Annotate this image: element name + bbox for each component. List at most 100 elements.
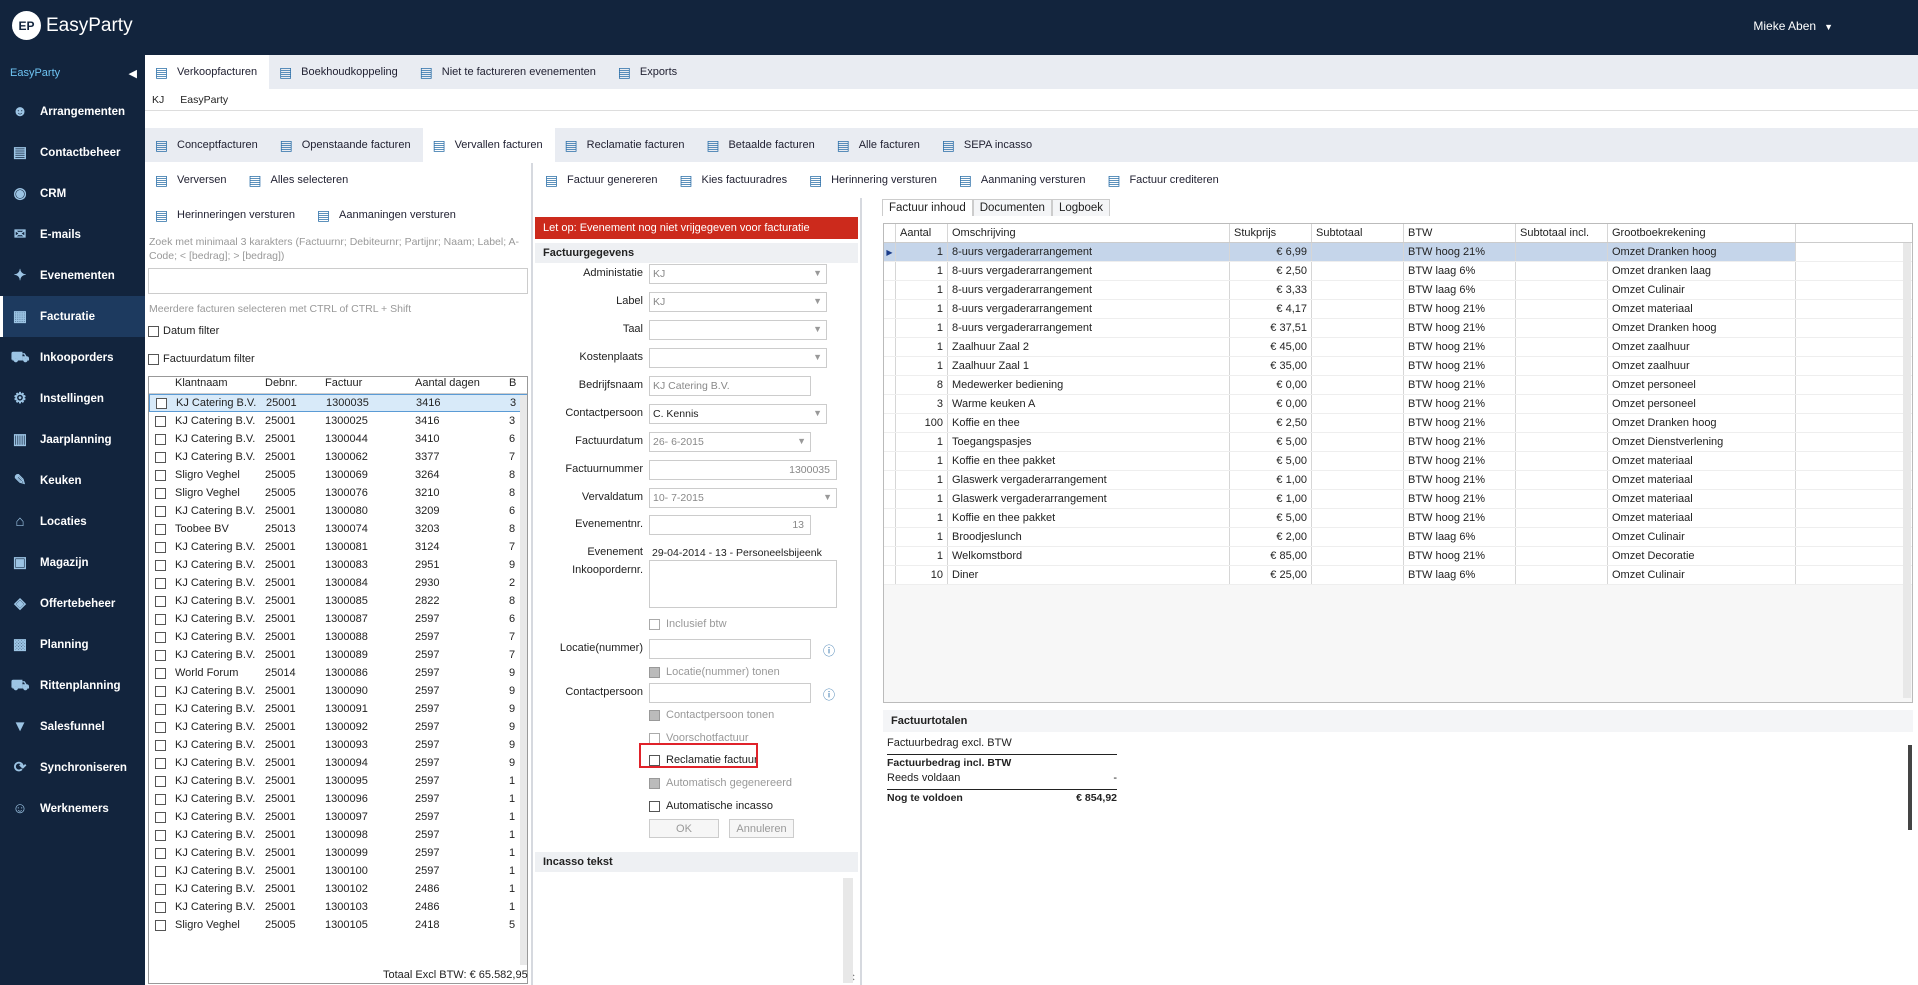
line-row[interactable]: 1 8-uurs vergaderarrangement € 4,17 BTW hoo… xyxy=(884,300,1912,319)
checkbox[interactable] xyxy=(154,649,166,661)
sidebar-item-facturatie[interactable]: ▦ Facturatie xyxy=(0,296,145,337)
table-row[interactable]: KJ Catering B.V. 25001 1300044 3410 6 xyxy=(149,430,527,448)
annuleren-button[interactable]: Annuleren xyxy=(729,819,794,838)
breadcrumb-item[interactable]: EasyParty xyxy=(180,94,228,106)
checkbox[interactable] xyxy=(154,595,166,607)
checkbox[interactable] xyxy=(148,353,159,365)
checkbox[interactable] xyxy=(154,703,166,715)
checkbox[interactable] xyxy=(154,775,166,787)
line-row[interactable]: 1 8-uurs vergaderarrangement € 2,50 BTW laa… xyxy=(884,262,1912,281)
search-input[interactable] xyxy=(148,268,528,294)
column-header[interactable]: Klantnaam xyxy=(171,377,261,393)
row-select[interactable] xyxy=(149,703,171,715)
row-select[interactable] xyxy=(149,469,171,481)
chevron-down-icon[interactable]: ▼ xyxy=(813,408,822,418)
table-row[interactable]: KJ Catering B.V. 25001 1300025 3416 3 xyxy=(149,412,527,430)
checkbox[interactable] xyxy=(154,847,166,859)
tab-reclamatie-facturen[interactable]: ▤ Reclamatie facturen xyxy=(555,128,697,162)
row-select[interactable] xyxy=(149,415,171,427)
tab-sepa-incasso[interactable]: ▤ SEPA incasso xyxy=(932,128,1044,162)
tab-betaalde-facturen[interactable]: ▤ Betaalde facturen xyxy=(696,128,826,162)
contactpersoon2-field[interactable] xyxy=(649,683,811,703)
sidebar-item-planning[interactable]: ▩ Planning xyxy=(0,624,145,665)
checkbox[interactable] xyxy=(154,541,166,553)
table-row[interactable]: Toobee BV 25013 1300074 3203 8 xyxy=(149,520,527,538)
checkbox[interactable] xyxy=(154,793,166,805)
table-row[interactable]: KJ Catering B.V. 25001 1300102 2486 1 xyxy=(149,880,527,898)
row-select[interactable] xyxy=(149,721,171,733)
column-header[interactable]: Aantal xyxy=(896,224,948,242)
checkbox[interactable] xyxy=(154,451,166,463)
chevron-down-icon[interactable]: ▼ xyxy=(813,352,822,362)
tab-niet-te-factureren-evenementen[interactable]: ▤ Niet te factureren evenementen xyxy=(410,55,608,89)
table-row[interactable]: KJ Catering B.V. 25001 1300080 3209 6 xyxy=(149,502,527,520)
checkbox[interactable] xyxy=(154,433,166,445)
checkbox[interactable] xyxy=(649,709,660,721)
row-select[interactable] xyxy=(149,613,171,625)
checkbox[interactable] xyxy=(154,523,166,535)
row-select[interactable] xyxy=(149,901,171,913)
checkbox[interactable] xyxy=(154,415,166,427)
table-row[interactable]: KJ Catering B.V. 25001 1300103 2486 1 xyxy=(149,898,527,916)
administratie-select[interactable]: KJ ▼ xyxy=(649,264,827,284)
row-select[interactable] xyxy=(149,451,171,463)
column-header[interactable]: Stukprijs xyxy=(1230,224,1312,242)
table-row[interactable]: KJ Catering B.V. 25001 1300035 3416 3 xyxy=(149,394,527,412)
table-row[interactable]: KJ Catering B.V. 25001 1300091 2597 9 xyxy=(149,700,527,718)
app-logo[interactable]: EP EasyParty xyxy=(12,11,133,40)
row-select[interactable] xyxy=(149,811,171,823)
column-header[interactable]: Subtotaal xyxy=(1312,224,1404,242)
button-herinneringen-versturen[interactable]: ▤ Herinneringen versturen xyxy=(145,198,307,232)
sidebar-item-werknemers[interactable]: ☺ Werknemers xyxy=(0,788,145,829)
chevron-down-icon[interactable]: ▼ xyxy=(813,268,822,278)
sidebar-item-magazijn[interactable]: ▣ Magazijn xyxy=(0,542,145,583)
column-header[interactable]: Subtotaal incl. xyxy=(1516,224,1608,242)
user-menu[interactable]: Mieke Aben ▼ xyxy=(1753,19,1833,33)
checkbox[interactable] xyxy=(154,721,166,733)
sidebar-item-evenementen[interactable]: ✦ Evenementen xyxy=(0,255,145,296)
row-select[interactable] xyxy=(149,559,171,571)
tab-factuur-inhoud[interactable]: Factuur inhoud xyxy=(882,199,973,216)
tab-boekhoudkoppeling[interactable]: ▤ Boekhoudkoppeling xyxy=(269,55,410,89)
ok-button[interactable]: OK xyxy=(649,819,719,838)
sidebar-item-arrangementen[interactable]: ☻ Arrangementen xyxy=(0,91,145,132)
row-select[interactable] xyxy=(150,397,172,409)
row-select[interactable] xyxy=(149,649,171,661)
button-factuur-crediteren[interactable]: ▤ Factuur crediteren xyxy=(1097,163,1230,197)
line-row[interactable]: 1 Koffie en thee pakket € 5,00 BTW hoog 21%… xyxy=(884,509,1912,528)
tab-documenten[interactable]: Documenten xyxy=(972,199,1052,216)
checkbox[interactable] xyxy=(154,919,166,931)
row-select[interactable] xyxy=(149,757,171,769)
automatisch-gegenereerd-checkbox[interactable]: Automatisch gegenereerd xyxy=(649,777,792,789)
checkbox[interactable] xyxy=(649,732,660,744)
checkbox[interactable] xyxy=(154,757,166,769)
column-header[interactable]: Factuur xyxy=(321,377,411,393)
inkoopordernr-field[interactable] xyxy=(649,560,837,608)
info-icon[interactable]: ⓘ xyxy=(823,686,835,703)
table-row[interactable]: KJ Catering B.V. 25001 1300093 2597 9 xyxy=(149,736,527,754)
checkbox[interactable] xyxy=(154,685,166,697)
table-row[interactable]: KJ Catering B.V. 25001 1300095 2597 1 xyxy=(149,772,527,790)
table-row[interactable]: KJ Catering B.V. 25001 1300098 2597 1 xyxy=(149,826,527,844)
table-row[interactable]: KJ Catering B.V. 25001 1300099 2597 1 xyxy=(149,844,527,862)
sidebar-item-locaties[interactable]: ⌂ Locaties xyxy=(0,501,145,542)
locatie-field[interactable] xyxy=(649,639,811,659)
incasso-text-field[interactable] xyxy=(535,878,855,983)
incasso-scrollbar[interactable] xyxy=(843,878,853,983)
tab-exports[interactable]: ▤ Exports xyxy=(608,55,689,89)
line-row[interactable]: 1 8-uurs vergaderarrangement € 3,33 BTW laa… xyxy=(884,281,1912,300)
row-select[interactable] xyxy=(149,631,171,643)
button-aanmaning-versturen[interactable]: ▤ Aanmaning versturen xyxy=(949,163,1098,197)
button-herinnering-versturen[interactable]: ▤ Herinnering versturen xyxy=(799,163,949,197)
chevron-down-icon[interactable]: ▼ xyxy=(813,296,822,306)
tab-vervallen-facturen[interactable]: ▤ Vervallen facturen xyxy=(422,128,555,162)
checkbox[interactable] xyxy=(649,777,660,789)
table-row[interactable]: KJ Catering B.V. 25001 1300081 3124 7 xyxy=(149,538,527,556)
line-row[interactable]: 8 Medewerker bediening € 0,00 BTW hoog 21% O… xyxy=(884,376,1912,395)
table-row[interactable]: Sligro Veghel 25005 1300076 3210 8 xyxy=(149,484,527,502)
sidebar-item-crm[interactable]: ◉ CRM xyxy=(0,173,145,214)
contactpersoon-tonen-checkbox[interactable]: Contactpersoon tonen xyxy=(649,709,774,721)
kostenplaats-select[interactable]: ▼ xyxy=(649,348,827,368)
line-row[interactable]: 1 Broodjeslunch € 2,00 BTW laag 6% Omzet Cul… xyxy=(884,528,1912,547)
sidebar-item-keuken[interactable]: ✎ Keuken xyxy=(0,460,145,501)
